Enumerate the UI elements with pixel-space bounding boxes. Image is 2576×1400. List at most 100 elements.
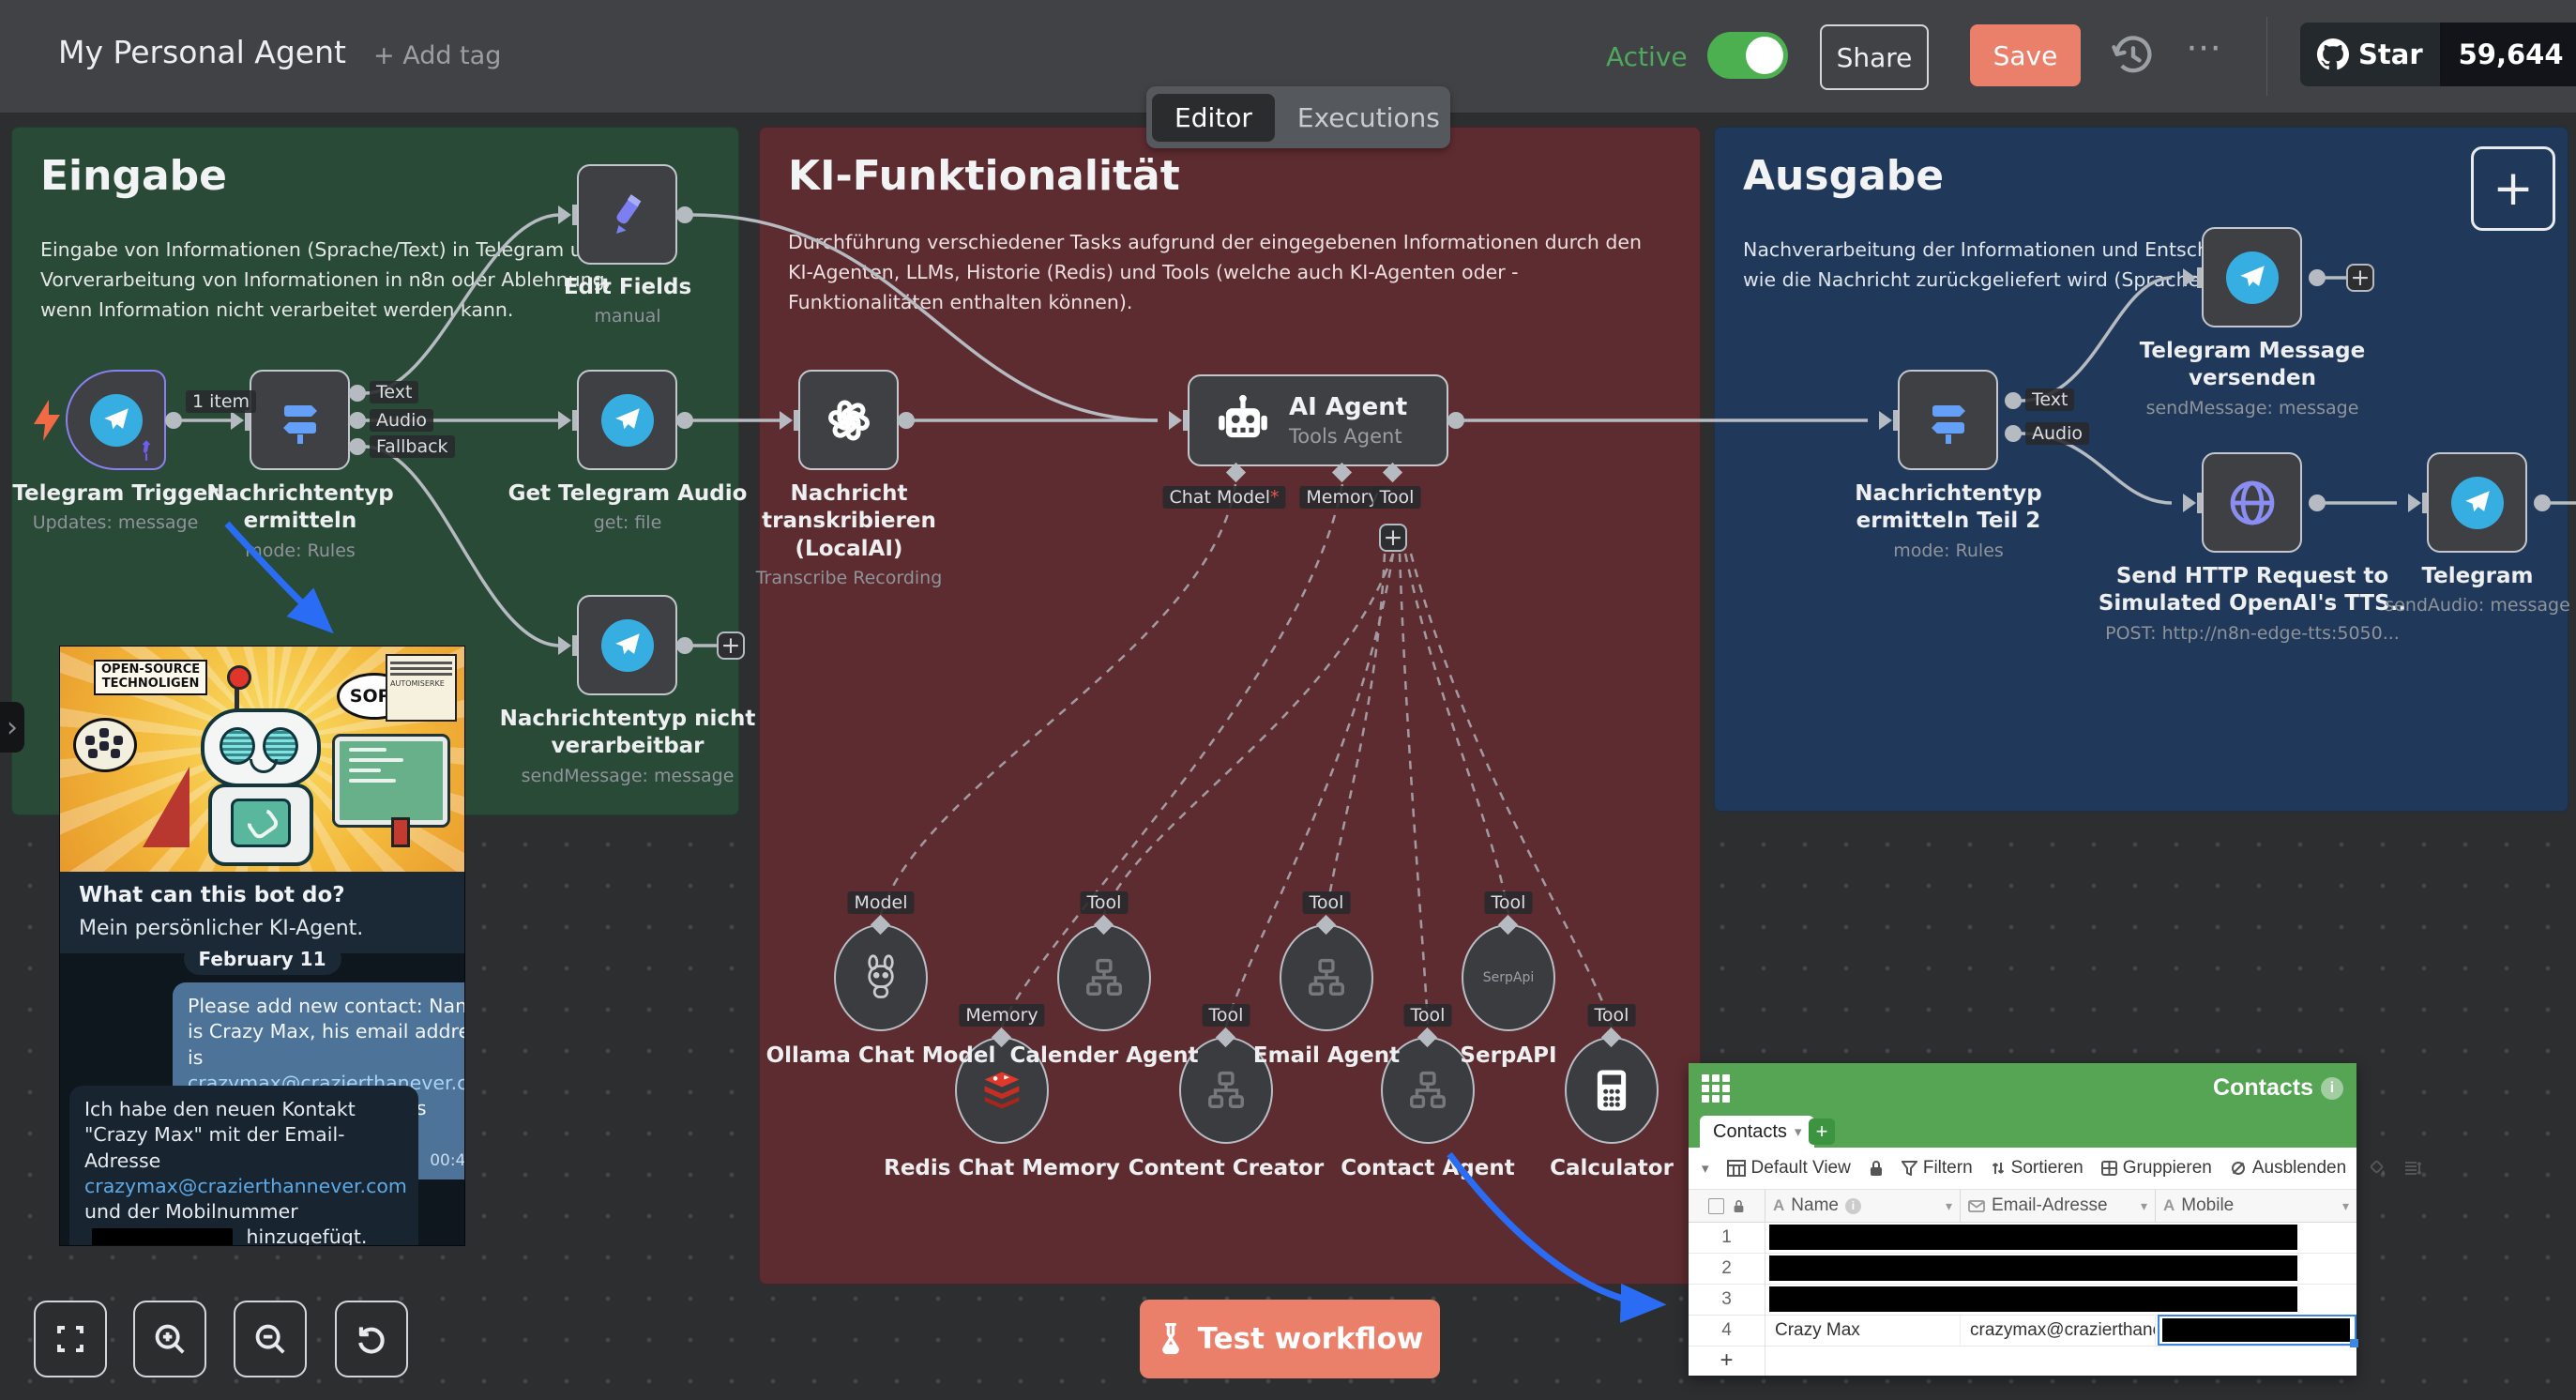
github-star-button[interactable]: Star	[2300, 23, 2440, 86]
github-icon	[2317, 38, 2349, 70]
panel-expand-tab[interactable]: ›	[0, 702, 24, 753]
node-nachrichtentyp-nicht-verarbeitbar[interactable]	[577, 595, 677, 695]
add-tab-button[interactable]: +	[1809, 1118, 1835, 1145]
node-nachrichtentyp-teil2[interactable]	[1898, 370, 1998, 470]
lock-icon	[1733, 1199, 1745, 1213]
chat-date: February 11	[183, 943, 341, 975]
comic-chair	[143, 767, 189, 847]
table-row[interactable]: 2	[1689, 1253, 2356, 1285]
info-icon[interactable]: i	[2321, 1077, 2343, 1100]
share-button[interactable]: Share	[1820, 24, 1929, 90]
add-tool-button[interactable]: +	[1379, 524, 1407, 552]
node-ai-agent[interactable]: AI Agent Tools Agent	[1188, 374, 1448, 466]
filter-button[interactable]: Filtern	[1902, 1158, 1973, 1179]
openai-icon	[824, 395, 874, 446]
table-row[interactable]: 3	[1689, 1284, 2356, 1316]
color-button[interactable]	[2370, 1160, 2387, 1177]
select-all-cell[interactable]	[1689, 1190, 1765, 1222]
reset-zoom-button[interactable]	[335, 1301, 408, 1377]
node-label: Edit Fields manual	[477, 274, 778, 328]
node-ollama-chat-model[interactable]	[834, 924, 928, 1031]
node-serpapi[interactable]: SerpApi	[1462, 924, 1555, 1031]
column-header-mobile[interactable]: AMobile▾	[2156, 1190, 2356, 1222]
github-star-count[interactable]: 59,644	[2440, 23, 2576, 86]
email-link[interactable]: crazymax@crazierthannever.com	[84, 1175, 407, 1197]
group-button[interactable]: Gruppieren	[2101, 1158, 2212, 1179]
port-label-tool: Tool	[1485, 891, 1533, 914]
add-node-button[interactable]: +	[2471, 146, 2555, 231]
apps-grid-icon[interactable]	[1702, 1074, 1730, 1103]
node-label: Telegram Message versenden sendMessage: …	[2135, 338, 2370, 419]
port-label-chat-model: Chat Model*	[1163, 486, 1286, 509]
agent-icon	[1406, 1069, 1449, 1112]
redacted-row	[1769, 1286, 2297, 1312]
zoom-out-icon	[252, 1321, 288, 1357]
table-row[interactable]: 1	[1689, 1222, 2356, 1254]
add-row[interactable]: +	[1689, 1346, 2356, 1376]
bot-question: What can this bot do?	[79, 883, 446, 907]
node-telegram-trigger[interactable]	[66, 370, 166, 470]
add-connection-button[interactable]: +	[2346, 264, 2374, 292]
node-nachricht-transkribieren[interactable]	[798, 370, 899, 470]
redacted-row	[1769, 1225, 2297, 1250]
tab-editor[interactable]: Editor	[1152, 94, 1275, 142]
cell-email[interactable]: crazymax@crazierthaneve...	[1961, 1315, 2156, 1346]
node-telegram-output[interactable]	[2427, 452, 2527, 553]
port-label-model: Model	[847, 891, 914, 914]
more-options-icon[interactable]: ⋯	[2186, 26, 2223, 68]
hide-button[interactable]: Ausblenden	[2230, 1158, 2346, 1179]
test-workflow-button[interactable]: Test workflow	[1140, 1300, 1440, 1378]
envelope-icon	[1968, 1200, 1985, 1212]
reset-icon	[354, 1321, 389, 1357]
tab-executions[interactable]: Executions	[1275, 94, 1462, 142]
node-label: Nachrichtentyp nicht verarbeitbar sendMe…	[496, 706, 759, 787]
agent-icon	[1305, 956, 1348, 999]
output-label-fallback: Fallback	[370, 435, 455, 458]
table-toolbar: ▾ Default View Filtern Sortieren Gruppie…	[1689, 1148, 2356, 1190]
sort-button[interactable]: Sortieren	[1991, 1158, 2084, 1179]
node-edit-fields[interactable]	[577, 164, 677, 265]
node-send-http-request[interactable]	[2202, 452, 2302, 553]
node-label: Nachricht transkribieren (LocalAI) Trans…	[708, 480, 990, 590]
zoom-in-button[interactable]	[133, 1301, 206, 1377]
toggle-knob	[1746, 37, 1783, 74]
view-menu-caret[interactable]: ▾	[1702, 1160, 1709, 1177]
column-header-email[interactable]: Email-Adresse▾	[1961, 1190, 2156, 1222]
fit-view-icon	[53, 1322, 87, 1356]
ai-agent-subtitle: Tools Agent	[1289, 425, 1407, 448]
node-nachrichtentyp-ermitteln[interactable]	[250, 370, 350, 470]
calculator-icon	[1593, 1068, 1630, 1113]
agent-icon	[1205, 1069, 1248, 1112]
tab-contacts[interactable]: Contacts▾	[1700, 1116, 1814, 1148]
lock-button[interactable]	[1869, 1160, 1884, 1177]
zoom-out-button[interactable]	[234, 1301, 307, 1377]
zoom-in-icon	[152, 1321, 188, 1357]
history-icon[interactable]	[2109, 32, 2158, 81]
output-label-text: Text	[370, 381, 418, 403]
row-height-button[interactable]	[2404, 1161, 2421, 1176]
node-get-telegram-audio[interactable]	[577, 370, 677, 470]
active-toggle[interactable]	[1707, 32, 1788, 79]
node-email-agent[interactable]	[1280, 924, 1373, 1031]
redacted-phone	[92, 1228, 233, 1246]
selected-cell-mobile[interactable]	[2158, 1315, 2356, 1346]
save-button[interactable]: Save	[1970, 24, 2081, 86]
robot-body	[208, 784, 313, 866]
pencil-icon	[603, 190, 652, 239]
table-column-headers: AName i ▾ Email-Adresse▾ AMobile▾	[1689, 1190, 2356, 1223]
zoom-to-fit-button[interactable]	[34, 1301, 107, 1377]
cell-name[interactable]: Crazy Max	[1765, 1315, 1961, 1346]
node-telegram-message-versenden[interactable]	[2202, 227, 2302, 327]
add-connection-button[interactable]: +	[717, 632, 745, 660]
checkbox[interactable]	[1708, 1198, 1724, 1214]
workflow-title[interactable]: My Personal Agent	[58, 34, 346, 70]
item-count-chip: 1 item	[186, 390, 256, 413]
column-header-name[interactable]: AName i ▾	[1765, 1190, 1961, 1222]
github-star-widget[interactable]: Star 59,644	[2300, 23, 2576, 86]
node-calender-agent[interactable]	[1057, 924, 1151, 1031]
default-view-button[interactable]: Default View	[1727, 1158, 1851, 1179]
pin-icon	[134, 438, 159, 463]
table-row[interactable]: 4 Crazy Max crazymax@crazierthaneve...	[1689, 1315, 2356, 1347]
add-tag-button[interactable]: + Add tag	[373, 41, 501, 70]
row-height-icon	[2404, 1161, 2421, 1176]
